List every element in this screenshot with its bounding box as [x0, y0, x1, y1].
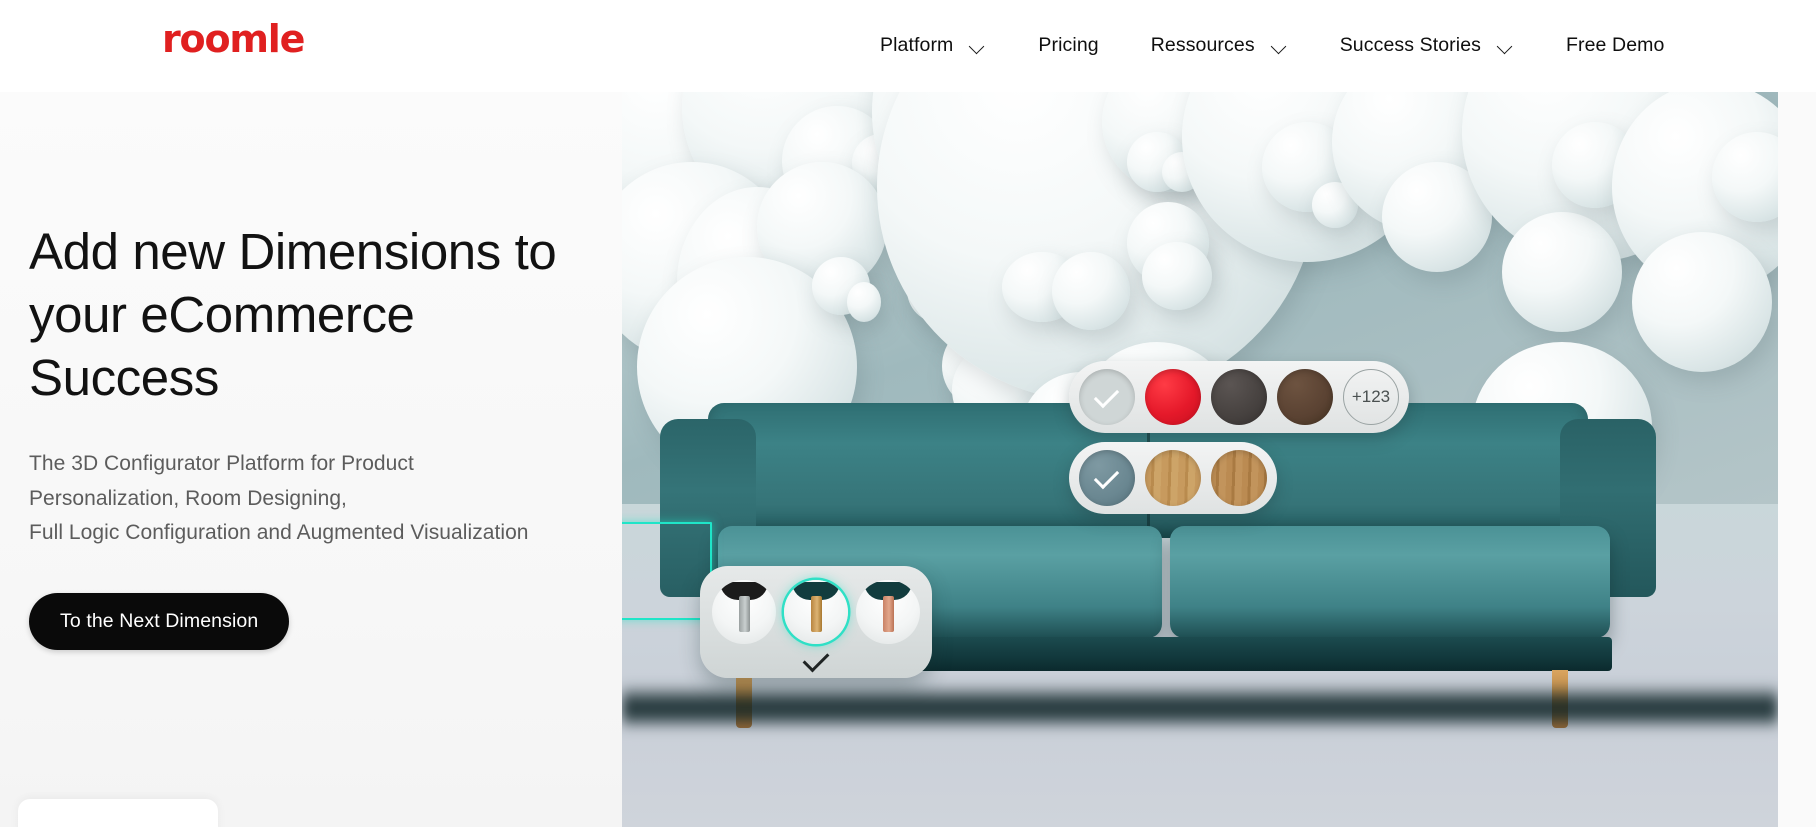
hero-subtitle-line-2: Personalization, Room Designing,	[29, 486, 347, 510]
swatch-slate-blue[interactable]	[1079, 449, 1135, 506]
leg-post-icon	[739, 596, 750, 633]
nav-item-ressources[interactable]: Ressources	[1151, 0, 1288, 92]
chevron-down-icon	[1271, 38, 1288, 55]
sofa-seat-cushion-right	[1170, 525, 1610, 638]
nav-item-platform[interactable]: Platform	[880, 0, 986, 92]
hero-subtitle-line-1: The 3D Configurator Platform for Product	[29, 452, 414, 475]
brand-logo[interactable]: roomle	[162, 20, 305, 58]
nav-item-success-stories[interactable]: Success Stories	[1340, 0, 1514, 92]
hero-copy: Add new Dimensions to your eCommerce Suc…	[29, 220, 609, 650]
leg-style-picker	[700, 566, 932, 679]
page-root: roomle Platform Pricing Ressources Succe…	[0, 0, 1816, 827]
leg-option-oak-wood[interactable]	[784, 580, 848, 645]
hero-subtitle-line-3: Full Logic Configuration and Augmented V…	[29, 521, 529, 544]
swatch-medium-oak[interactable]	[1211, 449, 1267, 506]
leg-confirm-check-icon[interactable]	[802, 645, 830, 673]
leg-post-icon	[811, 596, 822, 633]
swatch-dark-charcoal[interactable]	[1211, 369, 1267, 425]
nav-item-free-demo[interactable]: Free Demo	[1566, 0, 1664, 92]
swatch-red[interactable]	[1145, 369, 1201, 425]
swatch-light-grey[interactable]	[1079, 369, 1135, 425]
leg-options-row	[712, 580, 920, 645]
swatch-brown[interactable]	[1277, 369, 1333, 425]
hero-product-visual: +123	[622, 92, 1778, 827]
leg-selection-highlight	[622, 521, 712, 620]
fabric-color-swatch-bar: +123	[1069, 361, 1409, 433]
nav-label-success-stories: Success Stories	[1339, 34, 1481, 57]
leg-option-grey-metal[interactable]	[712, 580, 776, 645]
sofa-ground-shadow	[622, 683, 1778, 730]
main-navigation: Platform Pricing Ressources Success Stor…	[880, 0, 1664, 92]
nav-label-platform: Platform	[880, 34, 954, 57]
hero-right-margin	[1778, 92, 1816, 827]
cta-next-dimension-button[interactable]: To the Next Dimension	[29, 592, 290, 650]
chevron-down-icon	[1497, 38, 1514, 55]
bottom-left-card[interactable]	[18, 799, 218, 827]
nav-label-ressources: Ressources	[1150, 34, 1255, 57]
leg-option-pink-wood[interactable]	[856, 580, 920, 645]
wood-material-swatch-bar	[1069, 441, 1277, 514]
more-colors-badge[interactable]: +123	[1343, 369, 1399, 425]
page-title: Add new Dimensions to your eCommerce Suc…	[29, 223, 557, 406]
leg-post-icon	[883, 596, 894, 633]
swatch-light-oak[interactable]	[1145, 449, 1201, 506]
nav-item-pricing[interactable]: Pricing	[1038, 0, 1098, 92]
nav-label-free-demo: Free Demo	[1566, 34, 1665, 57]
site-header: roomle Platform Pricing Ressources Succe…	[0, 0, 1816, 92]
hero-text-panel: Add new Dimensions to your eCommerce Suc…	[0, 92, 622, 827]
nav-label-pricing: Pricing	[1038, 34, 1099, 57]
hero-subtitle: The 3D Configurator Platform for Product…	[29, 447, 609, 551]
chevron-down-icon	[969, 38, 986, 55]
hero-section: Add new Dimensions to your eCommerce Suc…	[0, 92, 1816, 827]
